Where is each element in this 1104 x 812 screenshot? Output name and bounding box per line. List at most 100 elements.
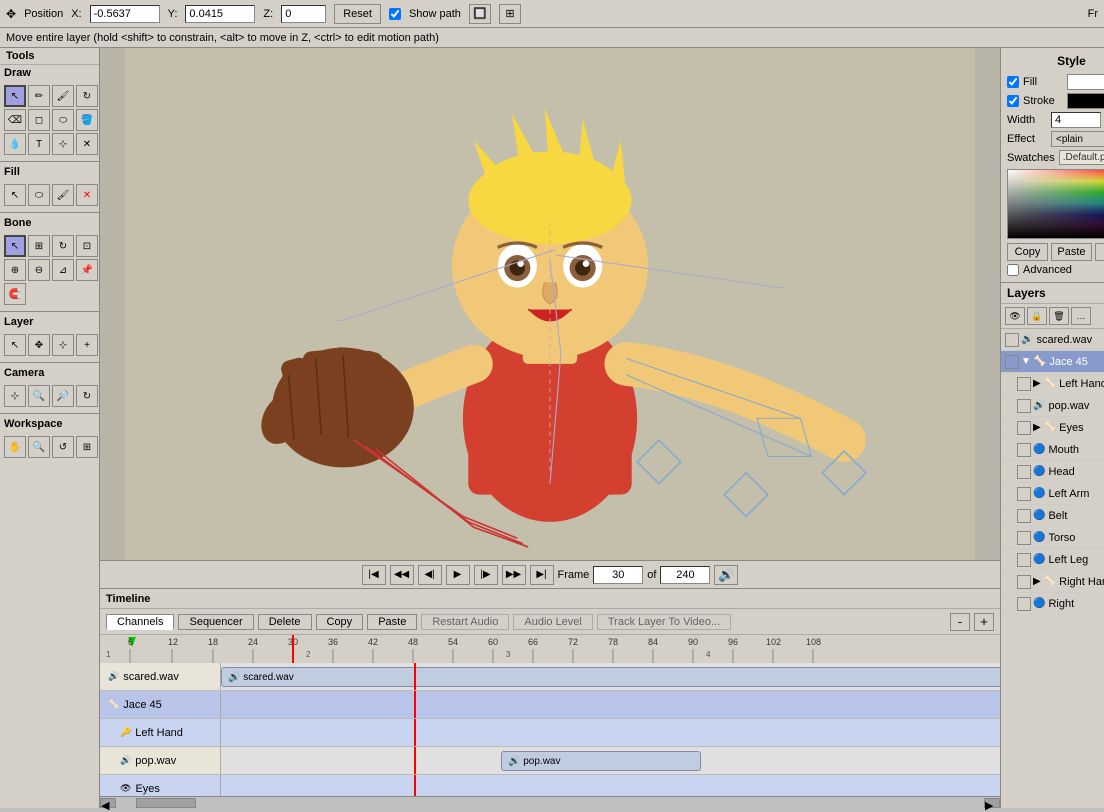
timeline-tracks[interactable]: 6 12 18 24 30 36 42 [100, 635, 1000, 796]
layer-vis-mouth[interactable] [1017, 443, 1031, 457]
camera-zoom-in-tool[interactable]: 🔍 [28, 385, 50, 407]
layer-vis-scaredwav[interactable] [1005, 333, 1019, 347]
shape-tool[interactable]: ◻ [28, 109, 50, 131]
layer-more-btn[interactable]: … [1071, 307, 1091, 325]
total-frames-input[interactable] [660, 566, 710, 584]
bone-magnet-tool[interactable]: 🧲 [4, 283, 26, 305]
reset-button[interactable]: Reset [334, 4, 381, 24]
track-content-eyes[interactable] [220, 775, 1000, 796]
fill-paint-tool[interactable]: ⬭ [28, 184, 50, 206]
bone-translate-tool[interactable]: ⊞ [28, 235, 50, 257]
layer-item-eyes[interactable]: ▶ 🦴 Eyes [1001, 417, 1104, 439]
stroke-color-swatch[interactable] [1067, 93, 1104, 109]
paste-button[interactable]: Paste [367, 614, 417, 630]
frame-input[interactable] [593, 566, 643, 584]
layer-vis-belt[interactable] [1017, 509, 1031, 523]
layer-vis-head[interactable] [1017, 465, 1031, 479]
rotate-tool[interactable]: ↻ [76, 85, 98, 107]
layer-warp-tool[interactable]: ⊹ [52, 334, 74, 356]
show-path-checkbox[interactable] [389, 8, 401, 20]
lasso-tool[interactable]: ⬭ [52, 109, 74, 131]
step-forward-button[interactable]: ▶▶ [502, 565, 526, 585]
layer-delete-btn[interactable]: 🗑 [1049, 307, 1069, 325]
layer-vis-jace45[interactable] [1005, 355, 1019, 369]
workspace-fullscreen-tool[interactable]: ⊞ [76, 436, 98, 458]
scroll-left-btn[interactable]: ◀ [100, 798, 116, 808]
layer-add-tool[interactable]: + [76, 334, 98, 356]
fill-checkbox[interactable] [1007, 76, 1019, 88]
reset-style-button[interactable]: Res [1095, 243, 1104, 261]
paste-style-button[interactable]: Paste [1051, 243, 1092, 261]
bone-pin-tool[interactable]: 📌 [76, 259, 98, 281]
scroll-handle[interactable] [136, 798, 196, 808]
camera-rotate-tool[interactable]: ↻ [76, 385, 98, 407]
track-content-popwav[interactable]: 🔊 pop.wav [220, 747, 1000, 774]
text-tool[interactable]: T [28, 133, 50, 155]
fill-brush2-tool[interactable]: 🖌 [52, 184, 74, 206]
swatches-file[interactable]: .Default.pn [1059, 150, 1104, 165]
camera-pan-tool[interactable]: ⊹ [4, 385, 26, 407]
layer-vis-torso[interactable] [1017, 531, 1031, 545]
layer-vis-right[interactable] [1017, 597, 1031, 611]
frame-back-button[interactable]: ◀| [418, 565, 442, 585]
layer-item-mouth[interactable]: 🔵 Mouth [1001, 439, 1104, 461]
lock-icon[interactable]: 🔲 [469, 4, 491, 24]
layer-vis-leftleg[interactable] [1017, 553, 1031, 567]
fill-select-tool[interactable]: ↖ [4, 184, 26, 206]
sequencer-tab[interactable]: Sequencer [178, 614, 253, 630]
audio-level-button[interactable]: Audio Level [513, 614, 593, 630]
bone-ik-tool[interactable]: ⊿ [52, 259, 74, 281]
color-picker[interactable] [1007, 169, 1104, 239]
z-input[interactable] [281, 5, 326, 23]
draw-tool[interactable]: ✏ [28, 85, 50, 107]
track-content-jace45[interactable] [220, 691, 1000, 718]
bone-delete-tool[interactable]: ⊖ [28, 259, 50, 281]
select-tool[interactable]: ↖ [4, 85, 26, 107]
workspace-hand-tool[interactable]: ✋ [4, 436, 26, 458]
zoom-out-timeline-button[interactable]: - [950, 613, 970, 631]
layer-item-torso[interactable]: 🔵 Torso [1001, 527, 1104, 549]
layer-vis-leftarm[interactable] [1017, 487, 1031, 501]
layer-lock-btn[interactable]: 🔒 [1027, 307, 1047, 325]
expand-icon[interactable]: ⊞ [499, 4, 521, 24]
volume-button[interactable]: 🔊 [714, 565, 738, 585]
track-row-scaredwav[interactable]: 🔊 scared.wav 🔊 scared.wav [100, 663, 1000, 691]
delete-button[interactable]: Delete [258, 614, 312, 630]
go-to-start-button[interactable]: |◀ [362, 565, 386, 585]
go-to-end-button[interactable]: ▶| [530, 565, 554, 585]
advanced-checkbox[interactable] [1007, 264, 1019, 276]
copy-style-button[interactable]: Copy [1007, 243, 1048, 261]
delete-tool[interactable]: ✕ [76, 133, 98, 155]
track-row-lefthand[interactable]: 🔑 Left Hand [100, 719, 1000, 747]
track-row-jace45[interactable]: 🦴 Jace 45 [100, 691, 1000, 719]
layer-item-leftarm[interactable]: 🔵 Left Arm [1001, 483, 1104, 505]
layer-vis-eyes[interactable] [1017, 421, 1031, 435]
track-layer-button[interactable]: Track Layer To Video... [597, 614, 731, 630]
effect-select[interactable]: <plain [1051, 131, 1104, 147]
layer-item-belt[interactable]: 🔵 Belt [1001, 505, 1104, 527]
bone-scale-tool[interactable]: ⊡ [76, 235, 98, 257]
layer-item-lefthand[interactable]: ▶ 🦴 Left Hand [1001, 373, 1104, 395]
restart-audio-button[interactable]: Restart Audio [421, 614, 509, 630]
layer-item-jace45[interactable]: ▼ 🦴 Jace 45 [1001, 351, 1104, 373]
step-back-button[interactable]: ◀◀ [390, 565, 414, 585]
layer-move-tool[interactable]: ✥ [28, 334, 50, 356]
eyedrop-tool[interactable]: 💧 [4, 133, 26, 155]
close-btn[interactable]: ✕ [76, 184, 98, 206]
track-content-lefthand[interactable] [220, 719, 1000, 746]
timeline-scrollbar[interactable]: ◀ ▶ [100, 796, 1000, 808]
brush-tool[interactable]: 🖌 [52, 85, 74, 107]
warp-tool[interactable]: ⊹ [52, 133, 74, 155]
fill-color-swatch[interactable] [1067, 74, 1104, 90]
copy-button[interactable]: Copy [316, 614, 364, 630]
eraser-tool[interactable]: ⌫ [4, 109, 26, 131]
track-row-popwav[interactable]: 🔊 pop.wav 🔊 pop.wav [100, 747, 1000, 775]
bone-select-tool[interactable]: ↖ [4, 235, 26, 257]
canvas-area[interactable] [100, 48, 1000, 560]
layer-vis-lefthand[interactable] [1017, 377, 1031, 391]
stroke-checkbox[interactable] [1007, 95, 1019, 107]
layer-vis-righthand[interactable] [1017, 575, 1031, 589]
layer-select-tool[interactable]: ↖ [4, 334, 26, 356]
layer-item-right[interactable]: 🔵 Right [1001, 593, 1104, 615]
track-content-scaredwav[interactable]: 🔊 scared.wav [220, 663, 1000, 690]
